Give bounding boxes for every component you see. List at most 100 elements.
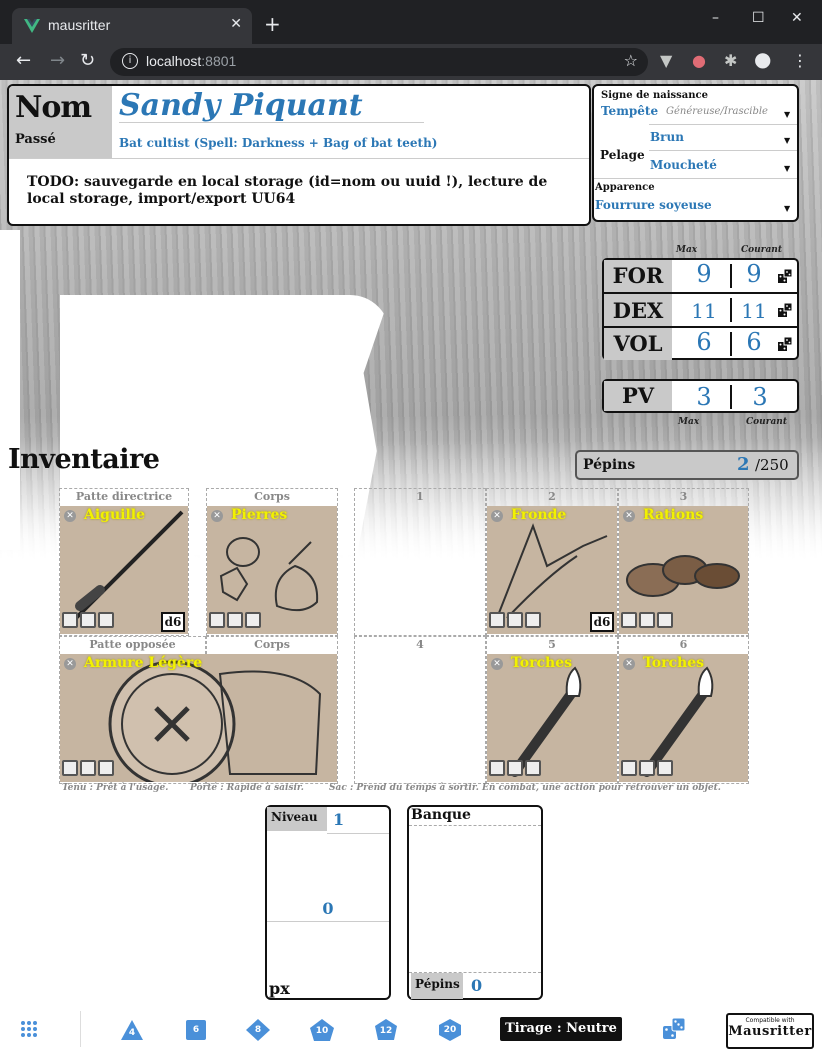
str-max-field[interactable]: 9 — [676, 260, 732, 288]
stat-label-dex: DEX — [604, 294, 672, 328]
chevron-down-icon[interactable]: ▼ — [784, 164, 790, 173]
item-name: Armure Légère — [84, 655, 203, 671]
apps-grid-icon[interactable] — [20, 1020, 38, 1038]
extension-color-icon[interactable]: ● — [692, 51, 706, 70]
usage-pip[interactable] — [80, 760, 96, 776]
hp-current-header: Courant — [746, 417, 787, 427]
usage-pip[interactable] — [621, 760, 637, 776]
window-close-button[interactable]: ✕ — [791, 10, 803, 26]
remove-item-icon[interactable]: ✕ — [211, 510, 223, 522]
dex-max-field[interactable]: 11 — [676, 294, 732, 328]
browser-tab[interactable]: mausritter ✕ — [12, 8, 252, 44]
usage-pip[interactable] — [245, 612, 261, 628]
d10-button[interactable]: 10 — [310, 1019, 334, 1041]
remove-item-icon[interactable]: ✕ — [623, 510, 635, 522]
usage-pip[interactable] — [657, 760, 673, 776]
damage-die: d6 — [590, 612, 614, 632]
dice-pair-icon[interactable] — [662, 1017, 686, 1041]
appearance-select[interactable]: Fourrure soyeuse — [595, 198, 712, 212]
item-card-torches-2[interactable]: ✕ Torches — [619, 654, 748, 782]
forward-arrow-icon[interactable]: → — [50, 50, 65, 71]
item-card-rations[interactable]: ✕ Rations — [619, 506, 748, 634]
level-field[interactable]: 1 — [333, 810, 344, 829]
compat-brand-text: Mausritter — [728, 1024, 812, 1039]
wil-max-field[interactable]: 6 — [676, 328, 732, 356]
d6-button[interactable]: 6 — [184, 1019, 208, 1041]
d12-button[interactable]: 12 — [374, 1019, 398, 1041]
tab-close-icon[interactable]: ✕ — [230, 16, 242, 32]
item-card-torches-1[interactable]: ✕ Torches — [487, 654, 617, 782]
roll-dice-icon[interactable] — [777, 302, 793, 318]
usage-pip[interactable] — [639, 760, 655, 776]
usage-pip[interactable] — [80, 612, 96, 628]
str-current-field[interactable]: 9 — [732, 260, 776, 288]
remove-item-icon[interactable]: ✕ — [491, 510, 503, 522]
item-card-needle[interactable]: ✕ Aiguille d6 — [60, 506, 188, 634]
profile-avatar-icon[interactable]: ● — [754, 47, 771, 71]
bookmark-star-icon[interactable]: ☆ — [624, 51, 638, 70]
remove-item-icon[interactable]: ✕ — [64, 510, 76, 522]
usage-pip[interactable] — [62, 760, 78, 776]
die-label: 12 — [379, 1026, 393, 1036]
usage-pip[interactable] — [489, 760, 505, 776]
address-bar[interactable]: i localhost:8801 ☆ — [110, 48, 648, 76]
d20-button[interactable]: 20 — [438, 1019, 462, 1041]
item-card-sling[interactable]: ✕ Fronde d6 — [487, 506, 617, 634]
item-card-light-armor[interactable]: ✕ Armure Légère — [60, 654, 337, 782]
remove-item-icon[interactable]: ✕ — [623, 658, 635, 670]
bank-storage-area[interactable] — [409, 825, 541, 973]
divider — [80, 1011, 81, 1047]
window-minimize-button[interactable]: – — [712, 10, 719, 26]
slot-label: 1 — [416, 490, 424, 503]
extension-vue-icon[interactable]: ▼ — [660, 51, 672, 70]
d4-button[interactable]: 4 — [120, 1019, 144, 1041]
usage-pip[interactable] — [657, 612, 673, 628]
hp-box: PV 3 3 — [602, 379, 799, 413]
menu-kebab-icon[interactable]: ⋮ — [792, 51, 808, 70]
chevron-down-icon[interactable]: ▼ — [784, 136, 790, 145]
remove-item-icon[interactable]: ✕ — [491, 658, 503, 670]
wil-current-field[interactable]: 6 — [732, 328, 776, 356]
usage-pip[interactable] — [98, 760, 114, 776]
chevron-down-icon[interactable]: ▼ — [784, 110, 790, 119]
slot-pack-4[interactable]: 4 — [354, 636, 486, 784]
usage-pip[interactable] — [62, 612, 78, 628]
usage-pip[interactable] — [525, 612, 541, 628]
pips-field[interactable]: 2 — [737, 454, 750, 475]
usage-pip[interactable] — [507, 760, 523, 776]
birthsign-select[interactable]: Tempête — [601, 104, 658, 118]
notes-field[interactable]: TODO: sauvegarde en local storage (id=no… — [27, 174, 567, 208]
site-info-icon[interactable]: i — [122, 53, 138, 69]
remove-item-icon[interactable]: ✕ — [64, 658, 76, 670]
xp-field[interactable]: 0 — [267, 899, 389, 918]
slot-pack-1[interactable]: 1 — [354, 488, 486, 636]
usage-pip[interactable] — [507, 612, 523, 628]
usage-pip[interactable] — [639, 612, 655, 628]
usage-pip[interactable] — [525, 760, 541, 776]
extensions-puzzle-icon[interactable]: ✱ — [724, 51, 737, 70]
background-field[interactable]: Bat cultist (Spell: Darkness + Bag of ba… — [119, 136, 437, 150]
back-arrow-icon[interactable]: ← — [16, 50, 31, 71]
d8-button[interactable]: 8 — [246, 1019, 270, 1041]
new-tab-button[interactable]: + — [264, 12, 281, 36]
usage-pip[interactable] — [489, 612, 505, 628]
usage-pip[interactable] — [209, 612, 225, 628]
roll-dice-icon[interactable] — [777, 336, 793, 352]
coat-color-select[interactable]: Brun — [650, 130, 684, 144]
character-name-field[interactable]: Sandy Piquant — [119, 88, 363, 123]
coat-pattern-select[interactable]: Moucheté — [650, 158, 717, 172]
hp-max-field[interactable]: 3 — [676, 383, 732, 411]
usage-pip[interactable] — [98, 612, 114, 628]
stat-max-header: Max — [676, 245, 698, 255]
chevron-down-icon[interactable]: ▼ — [784, 204, 790, 213]
roll-mode-button[interactable]: Tirage : Neutre — [500, 1017, 622, 1041]
roll-dice-icon[interactable] — [777, 268, 793, 284]
item-card-stones[interactable]: ✕ Pierres — [207, 506, 337, 634]
usage-pip[interactable] — [227, 612, 243, 628]
bank-pips-field[interactable]: 0 — [471, 976, 482, 995]
reload-icon[interactable]: ↻ — [80, 50, 95, 71]
dex-current-field[interactable]: 11 — [732, 294, 776, 328]
window-maximize-button[interactable]: ☐ — [752, 10, 765, 26]
hp-current-field[interactable]: 3 — [738, 383, 782, 411]
usage-pip[interactable] — [621, 612, 637, 628]
